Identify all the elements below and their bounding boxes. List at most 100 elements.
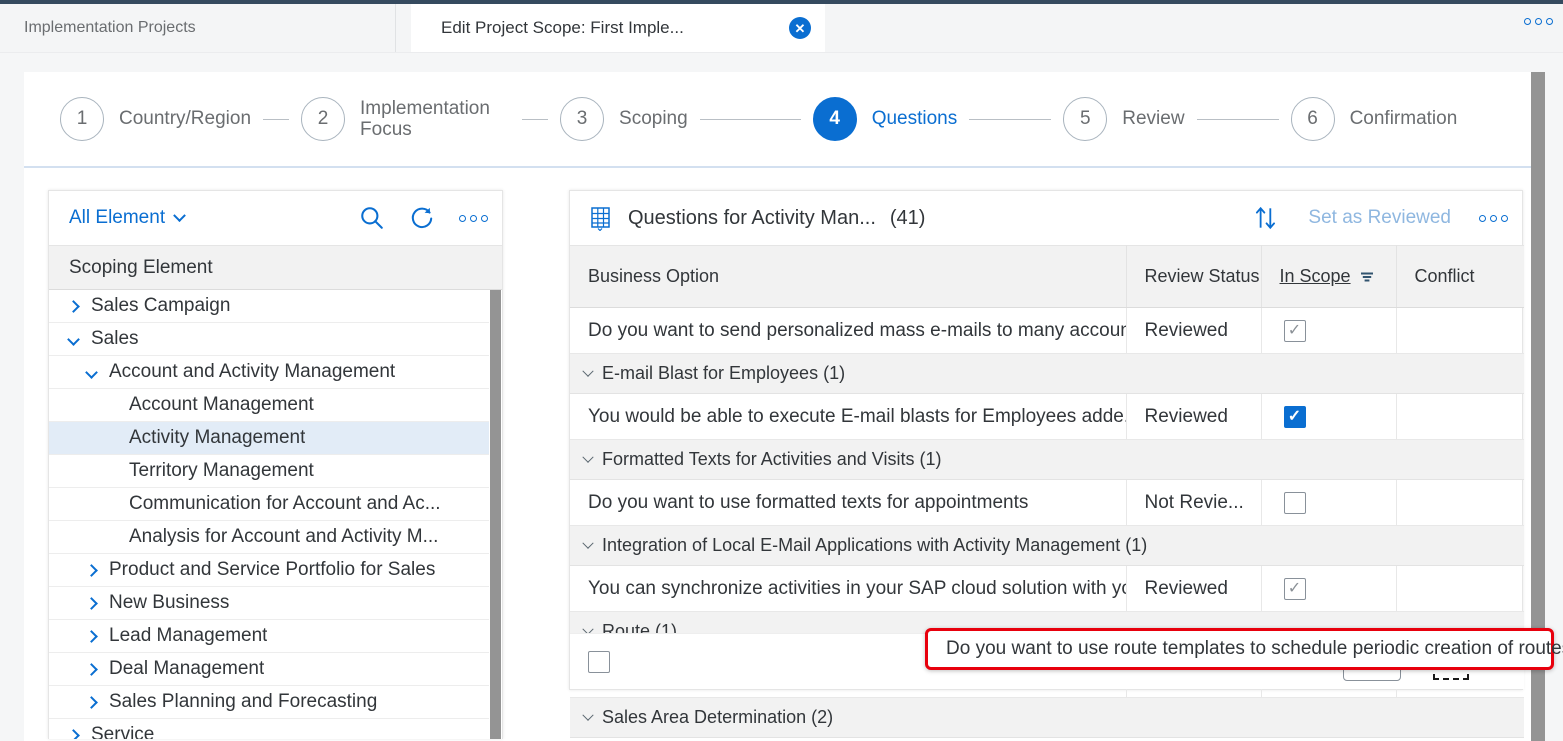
wizard-step-6-number: 6	[1291, 97, 1335, 141]
overflow-dots-icon[interactable]	[1524, 18, 1553, 25]
tree-item-sales[interactable]: Sales	[49, 323, 502, 356]
tree-item-new-business[interactable]: New Business	[49, 587, 502, 620]
tree-item-label: Communication for Account and Ac...	[129, 493, 441, 515]
table-group-label: Formatted Texts for Activities and Visit…	[602, 449, 941, 470]
cell-conflict	[1396, 566, 1524, 612]
table-row[interactable]: Do you want to use formatted texts for a…	[570, 480, 1524, 526]
questions-panel-title: Questions for Activity Man...	[628, 207, 876, 230]
overflow-dots-icon[interactable]	[459, 215, 488, 222]
wizard-step-5-number: 5	[1063, 97, 1107, 141]
sort-ascending-descending-icon[interactable]	[1252, 204, 1280, 232]
questions-count: (41)	[890, 207, 926, 230]
chevron-right-icon[interactable]	[85, 564, 98, 577]
tree-item-label: Lead Management	[109, 625, 267, 647]
wizard-step-3[interactable]: 3 Scoping	[560, 97, 688, 141]
tab-implementation-projects[interactable]: Implementation Projects	[0, 4, 396, 52]
wizard-step-6-label: Confirmation	[1350, 108, 1458, 129]
dot	[481, 215, 488, 222]
cell-in-scope: ✓	[1261, 308, 1396, 354]
wizard-step-1-label: Country/Region	[119, 108, 251, 129]
scoping-element-column-header: Scoping Element	[49, 245, 502, 290]
scrollbar-thumb[interactable]	[490, 290, 501, 739]
tab-edit-project-scope-label: Edit Project Scope: First Imple...	[441, 18, 789, 38]
tree-item-account-management[interactable]: Account Management	[49, 389, 502, 422]
tree-item-label: Deal Management	[109, 658, 264, 680]
scoping-panel-actions	[359, 205, 488, 231]
chevron-right-icon[interactable]	[85, 696, 98, 709]
table-group-row[interactable]: Sales Area Determination (2)	[570, 698, 1524, 738]
tree-item-sales-planning-and-forecasting[interactable]: Sales Planning and Forecasting	[49, 686, 502, 719]
chevron-right-icon[interactable]	[85, 630, 98, 643]
chevron-down-icon[interactable]	[582, 451, 593, 462]
tab-edit-project-scope[interactable]: Edit Project Scope: First Imple... ✕	[411, 4, 825, 52]
dot	[1490, 215, 1497, 222]
checkbox-wrapper: ✓	[1280, 578, 1396, 600]
tree-item-label: New Business	[109, 592, 229, 614]
column-header-review-status[interactable]: Review Status	[1126, 246, 1261, 308]
all-element-filter-dropdown[interactable]: All Element	[69, 207, 184, 229]
overflow-dots-icon[interactable]	[1479, 215, 1508, 222]
tree-item-lead-management[interactable]: Lead Management	[49, 620, 502, 653]
tree-item-analysis-for-account-and-activity-m[interactable]: Analysis for Account and Activity M...	[49, 521, 502, 554]
wizard-step-2[interactable]: 2 Implementation Focus	[301, 97, 510, 141]
table-group-row[interactable]: Integration of Local E-Mail Applications…	[570, 526, 1524, 566]
shell-tab-bar: Implementation Projects Edit Project Sco…	[0, 4, 1563, 52]
tree-item-activity-management[interactable]: Activity Management	[49, 422, 502, 455]
column-header-in-scope-label: In Scope	[1280, 266, 1351, 287]
wizard-step-1[interactable]: 1 Country/Region	[60, 97, 251, 141]
cell-conflict	[1396, 308, 1524, 354]
select-all-checkbox[interactable]: ✓	[588, 651, 610, 673]
wizard-step-5[interactable]: 5 Review	[1063, 97, 1184, 141]
tree-item-deal-management[interactable]: Deal Management	[49, 653, 502, 686]
wizard-step-6[interactable]: 6 Confirmation	[1291, 97, 1458, 141]
table-row[interactable]: Do you want to send personalized mass e-…	[570, 308, 1524, 354]
column-header-in-scope[interactable]: In Scope	[1261, 246, 1396, 308]
cell-conflict	[1396, 394, 1524, 440]
in-scope-checkbox-readonly-checked[interactable]: ✓	[1284, 320, 1306, 342]
refresh-icon[interactable]	[409, 205, 435, 231]
table-group-cell: Formatted Texts for Activities and Visit…	[570, 440, 1524, 480]
in-scope-checkbox-unchecked[interactable]: ✓	[1284, 492, 1306, 514]
chevron-right-icon[interactable]	[67, 729, 80, 739]
table-group-row[interactable]: Formatted Texts for Activities and Visit…	[570, 440, 1524, 480]
scoping-element-tree: Sales CampaignSalesAccount and Activity …	[49, 290, 502, 739]
tree-item-service[interactable]: Service	[49, 719, 502, 739]
tree-item-territory-management[interactable]: Territory Management	[49, 455, 502, 488]
wizard-step-3-number: 3	[560, 97, 604, 141]
checkbox-wrapper: ✓	[1280, 492, 1396, 514]
chevron-down-icon[interactable]	[67, 333, 80, 346]
chevron-down-icon[interactable]	[582, 537, 593, 548]
scoping-element-panel: All Element	[48, 190, 503, 739]
search-icon[interactable]	[359, 205, 385, 231]
table-group-row[interactable]: E-mail Blast for Employees (1)	[570, 354, 1524, 394]
dot	[470, 215, 477, 222]
tree-item-sales-campaign[interactable]: Sales Campaign	[49, 290, 502, 323]
chevron-down-icon[interactable]	[582, 365, 593, 376]
chevron-right-icon[interactable]	[85, 663, 98, 676]
table-grid-icon	[588, 205, 614, 231]
in-scope-checkbox-checked[interactable]: ✓	[1284, 406, 1306, 428]
wizard-step-2-number: 2	[301, 97, 345, 141]
table-row[interactable]: You can synchronize activities in your S…	[570, 566, 1524, 612]
chevron-right-icon[interactable]	[67, 300, 80, 313]
chevron-down-icon[interactable]	[85, 366, 98, 379]
in-scope-checkbox-readonly-checked[interactable]: ✓	[1284, 578, 1306, 600]
tree-item-account-and-activity-management[interactable]: Account and Activity Management	[49, 356, 502, 389]
close-circle-icon[interactable]: ✕	[789, 17, 811, 39]
chevron-down-icon[interactable]	[582, 709, 593, 720]
chevron-right-icon[interactable]	[85, 597, 98, 610]
filter-icon	[1359, 269, 1375, 285]
table-row[interactable]: You would be able to execute E-mail blas…	[570, 394, 1524, 440]
tree-item-communication-for-account-and-ac[interactable]: Communication for Account and Ac...	[49, 488, 502, 521]
wizard-step-4[interactable]: 4 Questions	[813, 97, 958, 141]
wizard-progress-bar: 1 Country/Region 2 Implementation Focus …	[24, 72, 1536, 168]
tree-item-product-and-service-portfolio-for-sales[interactable]: Product and Service Portfolio for Sales	[49, 554, 502, 587]
scoping-tree-scrollbar[interactable]	[489, 290, 502, 739]
cell-business-option: You can synchronize activities in your S…	[570, 566, 1126, 612]
checkbox-wrapper: ✓	[1280, 320, 1396, 342]
column-header-business-option[interactable]: Business Option	[570, 246, 1126, 308]
set-as-reviewed-button[interactable]: Set as Reviewed	[1308, 207, 1451, 229]
dot	[1501, 215, 1508, 222]
column-header-conflict[interactable]: Conflict	[1396, 246, 1524, 308]
dot	[1535, 18, 1542, 25]
